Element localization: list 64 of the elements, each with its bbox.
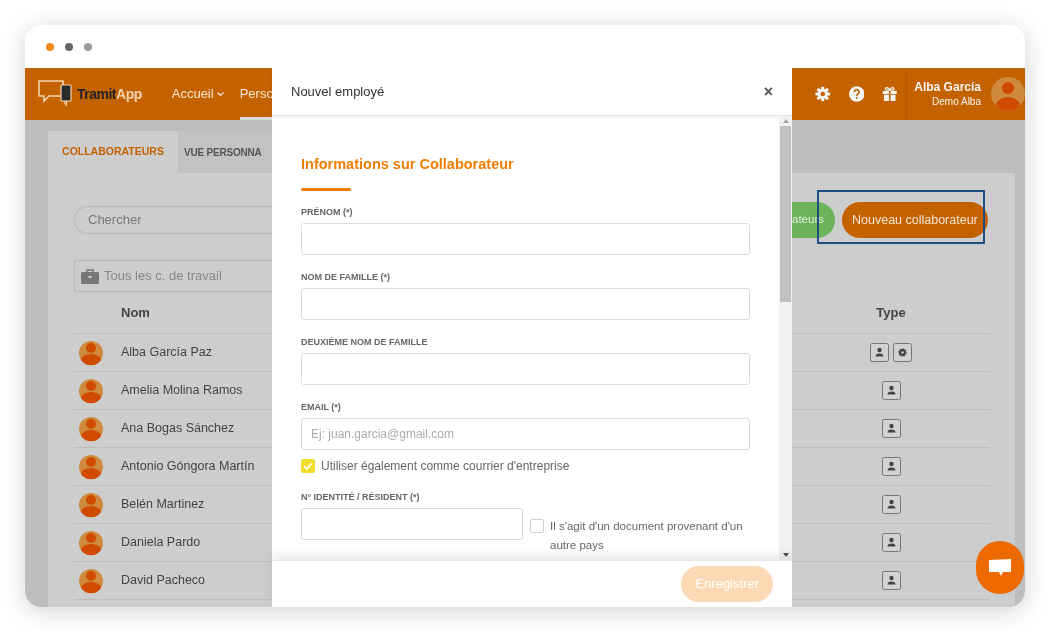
tab[interactable]: COLLABORATEURS [48, 131, 178, 173]
user-type-icon [881, 495, 901, 514]
input-field[interactable] [301, 222, 750, 255]
column-header: Type [876, 303, 906, 322]
checkbox[interactable] [530, 518, 544, 533]
chat-icon [988, 557, 1012, 578]
employee-name: Belén Martinez [121, 496, 205, 514]
avatar [79, 491, 103, 518]
field-label: EMAIL (*) [301, 401, 342, 412]
user-type-icon [881, 533, 901, 552]
input-field[interactable]: Ej: juan.garcia@gmail.com [301, 417, 750, 450]
input-field[interactable] [301, 507, 523, 540]
scrollbar-thumb[interactable] [780, 126, 791, 302]
column-header: Nom [121, 303, 150, 322]
avatar[interactable] [991, 77, 1025, 111]
employee-name: David Pacheco [121, 572, 206, 590]
caret-icon [216, 91, 224, 97]
scrollbar[interactable] [779, 116, 792, 560]
input-field[interactable] [301, 287, 750, 320]
logo-text: TramitApp [77, 84, 142, 104]
checkbox[interactable] [301, 458, 315, 473]
window-dot-icon [46, 42, 54, 51]
title-underline [301, 187, 351, 191]
user-type-icon [881, 457, 901, 476]
user-type-icon [870, 343, 889, 362]
settings-icon[interactable] [815, 84, 831, 104]
avatar [79, 453, 103, 480]
input-field[interactable] [301, 352, 750, 385]
employee-name: Ana Bogas Sánchez [121, 420, 235, 438]
gift-icon[interactable] [882, 84, 898, 104]
select-placeholder: Tous les c. de travail [104, 267, 222, 286]
employee-name: Antonio Góngora Martín [121, 458, 255, 476]
window-dot-icon [65, 42, 73, 51]
avatar [79, 339, 103, 366]
avatar [79, 529, 103, 556]
checkbox-label[interactable]: Utiliser également comme courrier d'entreprise [321, 456, 570, 475]
check-icon [303, 461, 313, 470]
employee-name: Amelia Molina Ramos [121, 382, 243, 400]
avatar [79, 567, 103, 594]
help-icon[interactable] [848, 84, 864, 104]
modal-title: Nouvel employé [291, 82, 385, 101]
section-title: Informations sur Collaborateur [301, 155, 515, 174]
checkbox-label[interactable]: Il s'agit d'un document provenant d'un autre pays [550, 516, 750, 555]
user-name: Alba García [914, 79, 981, 95]
user-type-icon [881, 571, 901, 590]
new-collaborator-button[interactable]: Nouveau collaborateur [842, 202, 988, 238]
avatar [79, 415, 103, 442]
briefcase-icon [81, 268, 99, 284]
user-type-icon [881, 381, 901, 400]
field-label: NOM DE FAMILLE (*) [301, 271, 391, 282]
employee-name: Daniela Pardo [121, 534, 201, 552]
settings-type-icon [893, 343, 912, 362]
tab[interactable]: VUE PERSONNA [178, 131, 272, 173]
user-type-icon [881, 419, 901, 438]
avatar [79, 377, 103, 404]
user-role: Demo Alba [932, 95, 981, 109]
window-dot-icon [84, 42, 92, 51]
close-button[interactable]: × [763, 83, 773, 100]
field-label: DEUXIÈME NOM DE FAMILLE [301, 336, 429, 347]
employee-name: Alba García Paz [121, 344, 212, 362]
field-label: PRÉNOM (*) [301, 206, 354, 217]
nav-link[interactable]: Accueil [171, 68, 224, 120]
workplace-select[interactable]: Tous les c. de travail [74, 260, 272, 292]
field-label: N° IDENTITÉ / RÉSIDENT (*) [301, 491, 421, 502]
